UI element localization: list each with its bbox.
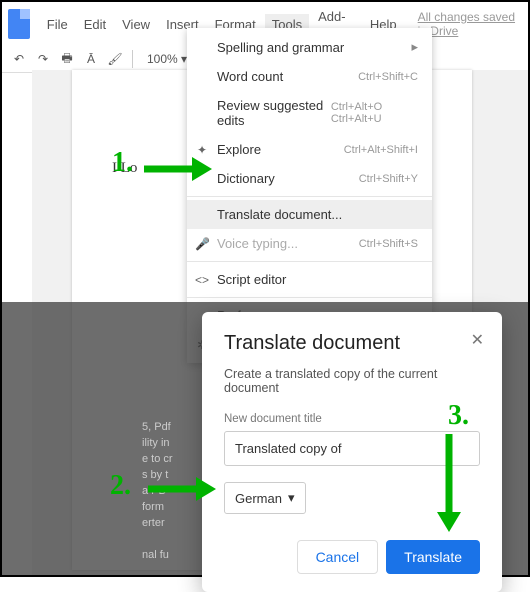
menu-separator	[187, 297, 432, 298]
redo-icon[interactable]: ↷	[34, 50, 52, 68]
title-field-label: New document title	[224, 413, 480, 425]
menu-item-dictionary[interactable]: DictionaryCtrl+Shift+Y	[187, 164, 432, 193]
annotation-arrow-2	[146, 474, 216, 504]
menu-item-script[interactable]: <> Script editor	[187, 265, 432, 294]
annotation-arrow-1	[142, 154, 212, 184]
menu-item-spelling[interactable]: Spelling and grammar▸	[187, 32, 432, 62]
cancel-button[interactable]: Cancel	[297, 540, 379, 574]
mic-icon: 🎤	[195, 237, 209, 251]
dialog-title: Translate document	[224, 332, 480, 355]
menu-item-voice: 🎤 Voice typing...Ctrl+Shift+S	[187, 229, 432, 258]
docs-logo-icon[interactable]	[8, 9, 30, 39]
language-select[interactable]: German▾	[224, 482, 306, 514]
menu-item-translate[interactable]: Translate document...	[187, 200, 432, 229]
annotation-1: 1.	[112, 147, 133, 179]
annotation-2: 2.	[110, 470, 131, 502]
dialog-subtitle: Create a translated copy of the current …	[224, 367, 480, 395]
close-icon[interactable]: ✕	[471, 330, 484, 350]
print-icon[interactable]: 🖶	[58, 50, 76, 68]
annotation-3: 3.	[448, 400, 469, 432]
menu-file[interactable]: File	[40, 14, 75, 35]
menu-separator	[187, 261, 432, 262]
menu-separator	[187, 196, 432, 197]
toolbar-separator	[132, 50, 133, 68]
annotation-arrow-3	[434, 432, 464, 532]
menu-item-explore[interactable]: ✦ ExploreCtrl+Alt+Shift+I	[187, 135, 432, 164]
menu-item-review[interactable]: Review suggested editsCtrl+Alt+O Ctrl+Al…	[187, 91, 432, 135]
menu-view[interactable]: View	[115, 14, 157, 35]
zoom-select[interactable]: 100% ▾	[141, 50, 193, 68]
spellcheck-icon[interactable]: Ā	[82, 50, 100, 68]
paint-format-icon[interactable]: 🖌	[106, 50, 124, 68]
menu-edit[interactable]: Edit	[77, 14, 113, 35]
undo-icon[interactable]: ↶	[10, 50, 28, 68]
dialog-actions: Cancel Translate	[224, 540, 480, 574]
chevron-down-icon: ▾	[288, 490, 295, 506]
translate-button[interactable]: Translate	[386, 540, 480, 574]
save-status[interactable]: All changes saved in Drive	[418, 10, 522, 38]
script-icon: <>	[195, 273, 209, 287]
menu-item-wordcount[interactable]: Word countCtrl+Shift+C	[187, 62, 432, 91]
chevron-right-icon: ▸	[411, 39, 418, 55]
